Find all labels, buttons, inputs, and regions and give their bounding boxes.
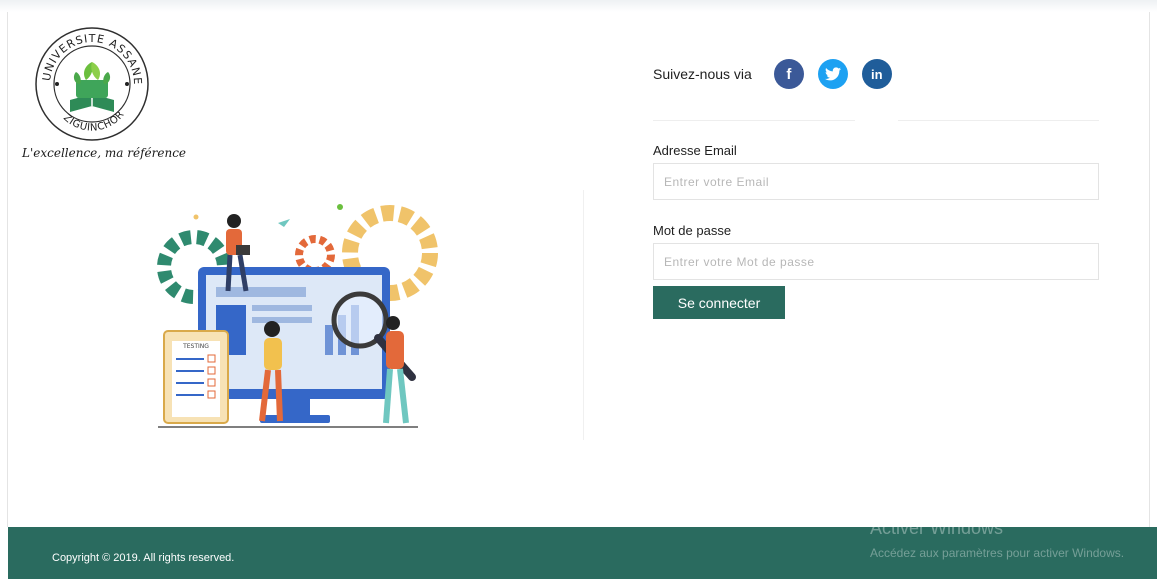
university-motto: L'excellence, ma référence	[22, 146, 187, 160]
right-border	[1149, 12, 1150, 527]
left-border	[7, 12, 8, 527]
linkedin-icon[interactable]: in	[861, 59, 892, 89]
email-field[interactable]	[653, 163, 1099, 200]
testing-illustration: TESTING	[150, 195, 450, 435]
follow-label: Suivez-nous via	[653, 66, 752, 82]
vertical-divider	[583, 190, 584, 440]
twitter-icon[interactable]	[817, 59, 848, 89]
email-label: Adresse Email	[653, 143, 737, 158]
top-shadow	[0, 0, 1157, 12]
login-button[interactable]: Se connecter	[653, 286, 785, 319]
facebook-icon[interactable]: f	[773, 59, 804, 89]
footer: Copyright © 2019. All rights reserved. A…	[8, 518, 1157, 579]
windows-activation-title: Activer Windows	[870, 518, 1004, 538]
separator-right	[898, 120, 1099, 121]
board-label: TESTING	[182, 343, 209, 350]
password-label: Mot de passe	[653, 223, 732, 238]
copyright-text: Copyright © 2019. All rights reserved.	[52, 552, 235, 564]
separator-left	[653, 120, 855, 121]
windows-activation-subtitle: Accédez aux paramètres pour activer Wind…	[870, 546, 1125, 560]
password-field[interactable]	[653, 243, 1099, 280]
social-links: Suivez-nous via f in	[653, 58, 906, 90]
